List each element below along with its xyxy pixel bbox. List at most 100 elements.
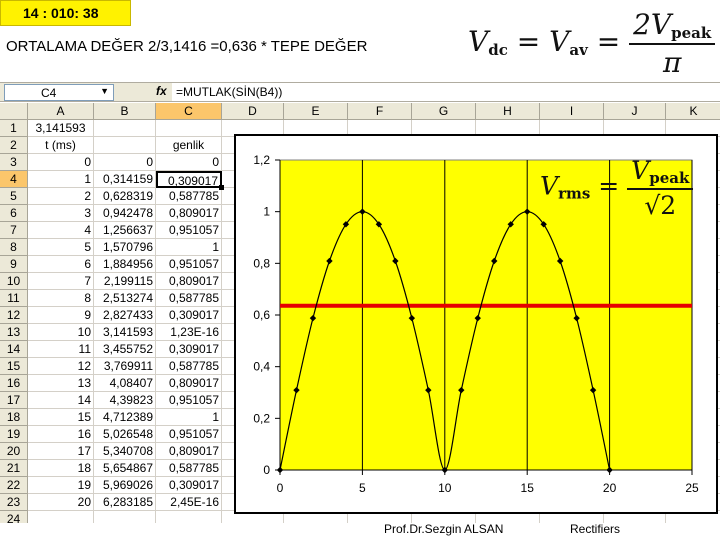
formula-input[interactable]: =MUTLAK(SİN(B4)) xyxy=(172,83,720,101)
table-cell[interactable]: 0,809017 xyxy=(156,443,222,460)
column-header-e[interactable]: E xyxy=(284,103,348,120)
table-cell[interactable]: 5,026548 xyxy=(94,426,156,443)
table-cell[interactable]: 0,951057 xyxy=(156,392,222,409)
table-cell[interactable]: 7 xyxy=(28,273,94,290)
table-cell[interactable]: 3 xyxy=(28,205,94,222)
row-header-3[interactable]: 3 xyxy=(0,154,28,171)
table-cell[interactable]: 10 xyxy=(28,324,94,341)
table-cell[interactable]: 2,513274 xyxy=(94,290,156,307)
table-cell[interactable] xyxy=(28,511,94,523)
table-cell[interactable]: 4,39823 xyxy=(94,392,156,409)
table-cell[interactable]: t (ms) xyxy=(28,137,94,154)
row-header-14[interactable]: 14 xyxy=(0,341,28,358)
table-cell[interactable]: 0,628319 xyxy=(94,188,156,205)
table-cell[interactable]: 1 xyxy=(156,239,222,256)
table-cell[interactable]: 1 xyxy=(28,171,94,188)
table-cell[interactable]: 3,455752 xyxy=(94,341,156,358)
table-cell[interactable]: 20 xyxy=(28,494,94,511)
row-header-7[interactable]: 7 xyxy=(0,222,28,239)
table-cell[interactable]: 0,309017 xyxy=(156,341,222,358)
table-cell[interactable]: 0,309017 xyxy=(156,307,222,324)
column-header-g[interactable]: G xyxy=(412,103,476,120)
row-header-8[interactable]: 8 xyxy=(0,239,28,256)
table-cell[interactable]: 0,809017 xyxy=(156,205,222,222)
table-cell[interactable]: 8 xyxy=(28,290,94,307)
table-cell[interactable]: 1,23E-16 xyxy=(156,324,222,341)
table-cell[interactable]: 0 xyxy=(28,154,94,171)
table-cell[interactable]: 19 xyxy=(28,477,94,494)
table-cell[interactable]: 3,141593 xyxy=(94,324,156,341)
row-header-1[interactable]: 1 xyxy=(0,120,28,137)
table-cell[interactable]: 0,942478 xyxy=(94,205,156,222)
column-header-k[interactable]: K xyxy=(666,103,720,120)
column-header-d[interactable]: D xyxy=(222,103,284,120)
table-cell[interactable]: 0 xyxy=(156,154,222,171)
selected-cell[interactable]: 0,309017 xyxy=(156,171,222,188)
row-header-12[interactable]: 12 xyxy=(0,307,28,324)
row-header-10[interactable]: 10 xyxy=(0,273,28,290)
table-cell[interactable]: 17 xyxy=(28,443,94,460)
table-cell[interactable]: 2 xyxy=(28,188,94,205)
name-box[interactable]: C4 ▼ xyxy=(4,84,114,101)
table-cell[interactable]: 1,256637 xyxy=(94,222,156,239)
row-header-9[interactable]: 9 xyxy=(0,256,28,273)
fill-handle[interactable] xyxy=(219,185,224,190)
row-header-19[interactable]: 19 xyxy=(0,426,28,443)
table-cell[interactable]: 14 xyxy=(28,392,94,409)
table-cell[interactable]: 15 xyxy=(28,409,94,426)
column-header-f[interactable]: F xyxy=(348,103,412,120)
table-cell[interactable]: 0,809017 xyxy=(156,375,222,392)
table-cell[interactable]: 1 xyxy=(156,409,222,426)
table-cell[interactable]: 9 xyxy=(28,307,94,324)
table-cell[interactable] xyxy=(94,137,156,154)
table-cell[interactable]: 5,340708 xyxy=(94,443,156,460)
table-cell[interactable]: 3,141593 xyxy=(28,120,94,137)
table-cell[interactable]: 0 xyxy=(94,154,156,171)
table-cell[interactable] xyxy=(156,120,222,137)
row-header-22[interactable]: 22 xyxy=(0,477,28,494)
table-cell[interactable]: 0,951057 xyxy=(156,426,222,443)
row-header-18[interactable]: 18 xyxy=(0,409,28,426)
chart-area[interactable]: 0 5 10 15 20 25 0 0,2 0,4 0,6 0,8 1 1,2 Vrms = Vpeak… xyxy=(234,134,718,514)
table-cell[interactable]: genlik xyxy=(156,137,222,154)
column-header-h[interactable]: H xyxy=(476,103,540,120)
row-header-17[interactable]: 17 xyxy=(0,392,28,409)
table-cell[interactable] xyxy=(94,120,156,137)
row-header-16[interactable]: 16 xyxy=(0,375,28,392)
table-cell[interactable]: 1,884956 xyxy=(94,256,156,273)
column-header-a[interactable]: A xyxy=(28,103,94,120)
row-header-20[interactable]: 20 xyxy=(0,443,28,460)
table-cell[interactable]: 3,769911 xyxy=(94,358,156,375)
table-cell[interactable]: 0,314159 xyxy=(94,171,156,188)
table-cell[interactable]: 0,951057 xyxy=(156,222,222,239)
table-cell[interactable]: 6,283185 xyxy=(94,494,156,511)
table-cell[interactable]: 11 xyxy=(28,341,94,358)
select-all-corner[interactable] xyxy=(0,103,28,120)
table-cell[interactable]: 2,45E-16 xyxy=(156,494,222,511)
row-header-21[interactable]: 21 xyxy=(0,460,28,477)
row-header-23[interactable]: 23 xyxy=(0,494,28,511)
table-cell[interactable]: 18 xyxy=(28,460,94,477)
table-cell[interactable]: 13 xyxy=(28,375,94,392)
column-header-i[interactable]: I xyxy=(540,103,604,120)
table-cell[interactable]: 0,587785 xyxy=(156,290,222,307)
table-cell[interactable]: 12 xyxy=(28,358,94,375)
row-header-13[interactable]: 13 xyxy=(0,324,28,341)
table-cell[interactable]: 4,712389 xyxy=(94,409,156,426)
table-cell[interactable]: 6 xyxy=(28,256,94,273)
table-cell[interactable] xyxy=(156,511,222,523)
row-header-5[interactable]: 5 xyxy=(0,188,28,205)
row-header-4[interactable]: 4 xyxy=(0,171,28,188)
row-header-6[interactable]: 6 xyxy=(0,205,28,222)
table-cell[interactable] xyxy=(94,511,156,523)
table-cell[interactable]: 0,809017 xyxy=(156,273,222,290)
column-header-j[interactable]: J xyxy=(604,103,666,120)
table-cell[interactable]: 4,08407 xyxy=(94,375,156,392)
row-header-24[interactable]: 24 xyxy=(0,511,28,523)
table-cell[interactable]: 0,587785 xyxy=(156,460,222,477)
table-cell[interactable]: 5,654867 xyxy=(94,460,156,477)
row-header-11[interactable]: 11 xyxy=(0,290,28,307)
column-header-b[interactable]: B xyxy=(94,103,156,120)
row-header-15[interactable]: 15 xyxy=(0,358,28,375)
row-header-2[interactable]: 2 xyxy=(0,137,28,154)
